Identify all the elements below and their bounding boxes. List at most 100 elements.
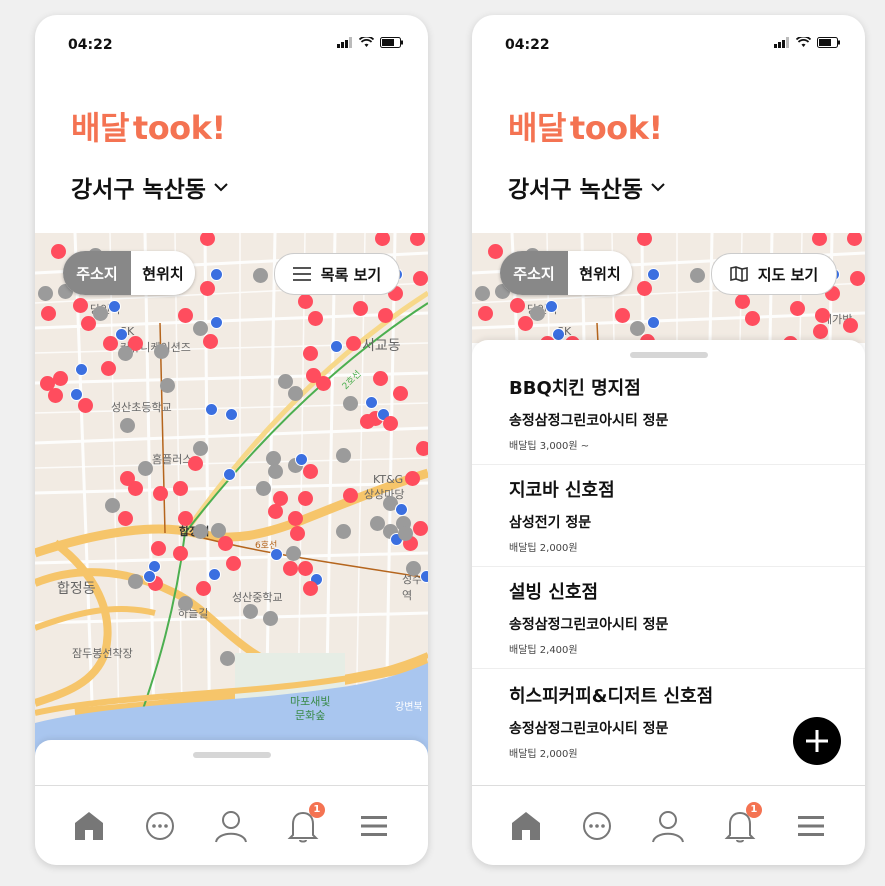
closed-store-marker[interactable]	[153, 343, 169, 359]
store-marker[interactable]	[302, 463, 318, 479]
store-marker[interactable]	[172, 480, 188, 496]
store-marker[interactable]	[287, 510, 303, 526]
store-marker[interactable]	[302, 580, 318, 596]
closed-store-marker[interactable]	[117, 345, 133, 361]
store-marker[interactable]	[267, 503, 283, 519]
store-marker[interactable]	[744, 310, 760, 326]
closed-store-marker[interactable]	[287, 385, 303, 401]
segment-current-location[interactable]: 현위치	[131, 251, 195, 295]
closed-store-marker[interactable]	[262, 610, 278, 626]
nav-chat[interactable]	[577, 806, 617, 846]
closed-store-marker[interactable]	[159, 377, 175, 393]
store-marker[interactable]	[412, 270, 428, 286]
closed-store-marker[interactable]	[474, 285, 490, 301]
store-marker[interactable]	[199, 280, 215, 296]
store-marker[interactable]	[307, 310, 323, 326]
store-marker[interactable]	[77, 397, 93, 413]
segment-current-location[interactable]: 현위치	[568, 251, 632, 295]
nav-notifications[interactable]: 1	[283, 801, 325, 846]
location-selector[interactable]: 강서구 녹산동	[508, 170, 665, 204]
store-marker[interactable]	[811, 233, 827, 246]
closed-store-marker[interactable]	[277, 373, 293, 389]
discount-marker[interactable]	[544, 299, 558, 313]
store-marker[interactable]	[374, 233, 390, 246]
store-marker[interactable]	[846, 233, 862, 246]
closed-store-marker[interactable]	[689, 267, 705, 283]
nav-profile[interactable]	[648, 806, 688, 846]
segment-address[interactable]: 주소지	[500, 251, 568, 295]
closed-store-marker[interactable]	[342, 395, 358, 411]
store-marker[interactable]	[477, 305, 493, 321]
store-marker[interactable]	[814, 307, 830, 323]
store-marker[interactable]	[359, 413, 375, 429]
store-marker[interactable]	[812, 323, 828, 339]
store-marker[interactable]	[636, 233, 652, 246]
add-button[interactable]	[793, 717, 841, 765]
store-marker[interactable]	[409, 233, 425, 246]
store-marker[interactable]	[734, 293, 750, 309]
closed-store-marker[interactable]	[629, 320, 645, 336]
discount-marker[interactable]	[142, 569, 156, 583]
store-marker[interactable]	[404, 470, 420, 486]
map-view[interactable]: SK 커뮤니케이션즈 서교동 성산초등학교 홈플러스 KT&G 상상마당 합정역…	[35, 233, 428, 785]
closed-store-marker[interactable]	[37, 285, 53, 301]
nav-menu[interactable]	[791, 806, 831, 846]
store-marker[interactable]	[199, 233, 215, 246]
store-marker[interactable]	[40, 305, 56, 321]
segment-address[interactable]: 주소지	[63, 251, 131, 295]
store-marker[interactable]	[202, 333, 218, 349]
closed-store-marker[interactable]	[127, 573, 143, 589]
store-marker[interactable]	[302, 345, 318, 361]
store-marker[interactable]	[509, 297, 525, 313]
store-marker[interactable]	[289, 525, 305, 541]
closed-store-marker[interactable]	[177, 595, 193, 611]
closed-store-marker[interactable]	[192, 440, 208, 456]
store-marker[interactable]	[789, 300, 805, 316]
closed-store-marker[interactable]	[335, 447, 351, 463]
discount-marker[interactable]	[646, 315, 660, 329]
closed-store-marker[interactable]	[242, 603, 258, 619]
closed-store-marker[interactable]	[192, 320, 208, 336]
store-marker[interactable]	[195, 580, 211, 596]
store-marker[interactable]	[849, 270, 865, 286]
discount-marker[interactable]	[551, 327, 565, 341]
store-item[interactable]: 지코바 신호점 삼성전기 정문 배달팁 2,000원	[472, 464, 865, 567]
store-marker[interactable]	[217, 535, 233, 551]
store-marker[interactable]	[636, 280, 652, 296]
closed-store-marker[interactable]	[285, 545, 301, 561]
discount-marker[interactable]	[646, 267, 660, 281]
discount-marker[interactable]	[394, 502, 408, 516]
store-marker[interactable]	[117, 510, 133, 526]
store-marker[interactable]	[315, 375, 331, 391]
map-view[interactable]: SK 당인역 메가박 주소지 현위치 지도 보기	[472, 233, 865, 343]
discount-marker[interactable]	[209, 267, 223, 281]
store-marker[interactable]	[842, 317, 858, 333]
list-view-button[interactable]: 목록 보기	[274, 253, 400, 295]
discount-marker[interactable]	[204, 402, 218, 416]
store-marker[interactable]	[297, 560, 313, 576]
store-marker[interactable]	[412, 520, 428, 536]
discount-marker[interactable]	[294, 452, 308, 466]
discount-marker[interactable]	[209, 315, 223, 329]
discount-marker[interactable]	[114, 327, 128, 341]
discount-marker[interactable]	[269, 547, 283, 561]
discount-marker[interactable]	[107, 299, 121, 313]
store-marker[interactable]	[342, 487, 358, 503]
store-marker[interactable]	[345, 335, 361, 351]
discount-marker[interactable]	[329, 339, 343, 353]
store-marker[interactable]	[415, 440, 428, 456]
closed-store-marker[interactable]	[397, 525, 413, 541]
discount-marker[interactable]	[364, 395, 378, 409]
store-marker[interactable]	[225, 555, 241, 571]
closed-store-marker[interactable]	[267, 463, 283, 479]
sheet-handle[interactable]	[192, 752, 271, 758]
map-view-button[interactable]: 지도 보기	[711, 253, 837, 295]
closed-store-marker[interactable]	[104, 497, 120, 513]
closed-store-marker[interactable]	[405, 560, 421, 576]
store-marker[interactable]	[352, 300, 368, 316]
store-item[interactable]: 설빙 신호점 송정삼정그린코아시티 정문 배달팁 2,400원	[472, 566, 865, 669]
store-marker[interactable]	[517, 315, 533, 331]
closed-store-marker[interactable]	[252, 267, 268, 283]
discount-marker[interactable]	[74, 362, 88, 376]
discount-marker[interactable]	[222, 467, 236, 481]
